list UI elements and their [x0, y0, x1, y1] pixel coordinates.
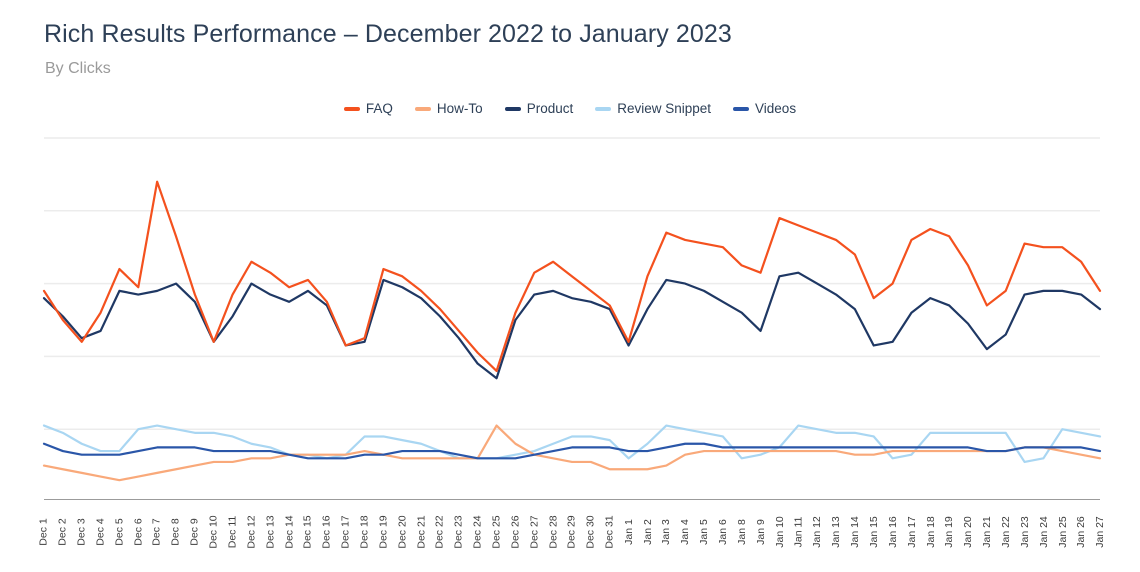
legend-item-videos[interactable]: Videos	[733, 101, 796, 116]
x-tick-label: Jan 20	[962, 516, 974, 548]
x-tick-label: Dec 29	[566, 515, 578, 549]
x-tick-label: Jan 14	[848, 516, 861, 548]
x-tick-label: Jan 9	[754, 519, 767, 545]
x-tick-label: Dec 6	[132, 518, 145, 546]
x-tick-label: Dec 5	[113, 518, 126, 546]
legend-line-icon	[343, 106, 360, 111]
x-tick-label: Dec 28	[547, 515, 560, 549]
x-tick-label: Dec 20	[396, 515, 409, 549]
x-tick-label: Dec 18	[358, 515, 371, 549]
x-tick-label: Jan 18	[924, 516, 937, 548]
x-tick-label: Jan 12	[811, 516, 824, 548]
legend-label: Videos	[755, 101, 797, 116]
chart-plot-area	[42, 137, 1102, 502]
x-tick-label: Jan 1	[622, 519, 635, 545]
x-tick-label: Dec 15	[302, 515, 314, 549]
x-tick-label: Jan 8	[735, 519, 748, 545]
x-axis: Dec 1 Dec 2 Dec 3 Dec 4 Dec 5 Dec 6 Dec 7 Dec 8…	[38, 499, 1106, 571]
legend-item-review-snippet[interactable]: Review Snippet	[595, 101, 711, 116]
x-tick-label: Jan 19	[943, 516, 956, 548]
x-tick-label: Dec 30	[584, 515, 597, 549]
page-title: Rich Results Performance – December 2022…	[44, 20, 732, 48]
x-tick-label: Dec 19	[377, 515, 390, 549]
x-tick-label: Dec 21	[415, 515, 428, 549]
x-tick-label: Dec 12	[245, 515, 258, 549]
legend-label: Product	[526, 101, 574, 116]
x-tick-label: Dec 13	[264, 515, 277, 549]
x-tick-label: Jan 4	[679, 519, 692, 545]
x-tick-label: Jan 10	[773, 516, 786, 548]
legend-item-faq[interactable]: FAQ	[343, 101, 393, 116]
x-tick-label: Dec 24	[471, 515, 484, 549]
x-tick-label: Dec 27	[528, 515, 541, 549]
legend-line-icon	[733, 106, 750, 111]
x-tick-label: Dec 31	[603, 515, 616, 549]
x-tick-label: Jan 17	[905, 516, 918, 548]
x-tick-label: Jan 15	[867, 516, 880, 548]
x-tick-label: Dec 23	[452, 515, 465, 549]
x-tick-label: Dec 7	[151, 518, 164, 546]
x-tick-label: Dec 14	[283, 515, 296, 549]
series-line-product[interactable]	[42, 271, 1102, 380]
legend-item-how-to[interactable]: How-To	[414, 101, 483, 116]
line-chart-svg	[42, 137, 1102, 482]
x-tick-label: Jan 24	[1037, 516, 1050, 548]
x-tick-label: Dec 16	[320, 515, 333, 549]
x-tick-label: Jan 23	[1018, 516, 1031, 548]
chart-subtitle: By Clicks	[45, 60, 111, 77]
x-tick-label: Jan 5	[698, 519, 710, 545]
x-tick-label: Dec 3	[75, 518, 88, 546]
legend-label: FAQ	[365, 101, 393, 116]
x-tick-label: Jan 3	[660, 519, 673, 545]
x-tick-label: Jan 2	[641, 519, 654, 545]
x-tick-label: Jan 22	[999, 516, 1012, 548]
x-tick-label: Jan 27	[1094, 516, 1106, 548]
x-tick-label: Jan 6	[716, 519, 729, 545]
x-tick-label: Dec 8	[170, 518, 182, 546]
series-line-review-snippet[interactable]	[42, 424, 1102, 464]
x-tick-label: Jan 26	[1075, 516, 1088, 548]
x-tick-label: Jan 11	[792, 516, 805, 548]
x-axis-tick-labels: Dec 1 Dec 2 Dec 3 Dec 4 Dec 5 Dec 6 Dec 7 Dec 8…	[38, 500, 1106, 570]
x-tick-label: Dec 11	[226, 515, 239, 549]
legend-line-icon	[504, 106, 521, 111]
legend-label: How-To	[436, 101, 483, 116]
x-tick-label: Dec 26	[509, 515, 522, 549]
legend-label: Review Snippet	[617, 101, 712, 116]
chart-gridlines	[44, 137, 1100, 430]
x-tick-label: Dec 22	[434, 515, 446, 549]
legend-line-icon	[414, 106, 431, 111]
chart-page: Rich Results Performance – December 2022…	[0, 0, 1140, 572]
x-tick-label: Jan 25	[1056, 516, 1069, 548]
legend-item-product[interactable]: Product	[504, 101, 574, 116]
x-tick-label: Jan 13	[830, 516, 842, 548]
legend-line-icon	[595, 106, 612, 111]
x-tick-label: Dec 2	[56, 518, 69, 546]
chart-legend: FAQ How-To Product Review Snippet Videos	[0, 101, 1140, 116]
x-tick-label: Jan 21	[980, 516, 993, 548]
x-tick-label: Dec 9	[188, 518, 201, 546]
x-tick-label: Dec 17	[339, 515, 352, 549]
x-tick-label: Dec 1	[38, 518, 50, 546]
x-tick-label: Dec 25	[490, 515, 503, 549]
x-tick-label: Dec 4	[94, 518, 107, 546]
x-tick-label: Jan 16	[886, 516, 899, 548]
x-tick-label: Dec 10	[207, 515, 220, 549]
